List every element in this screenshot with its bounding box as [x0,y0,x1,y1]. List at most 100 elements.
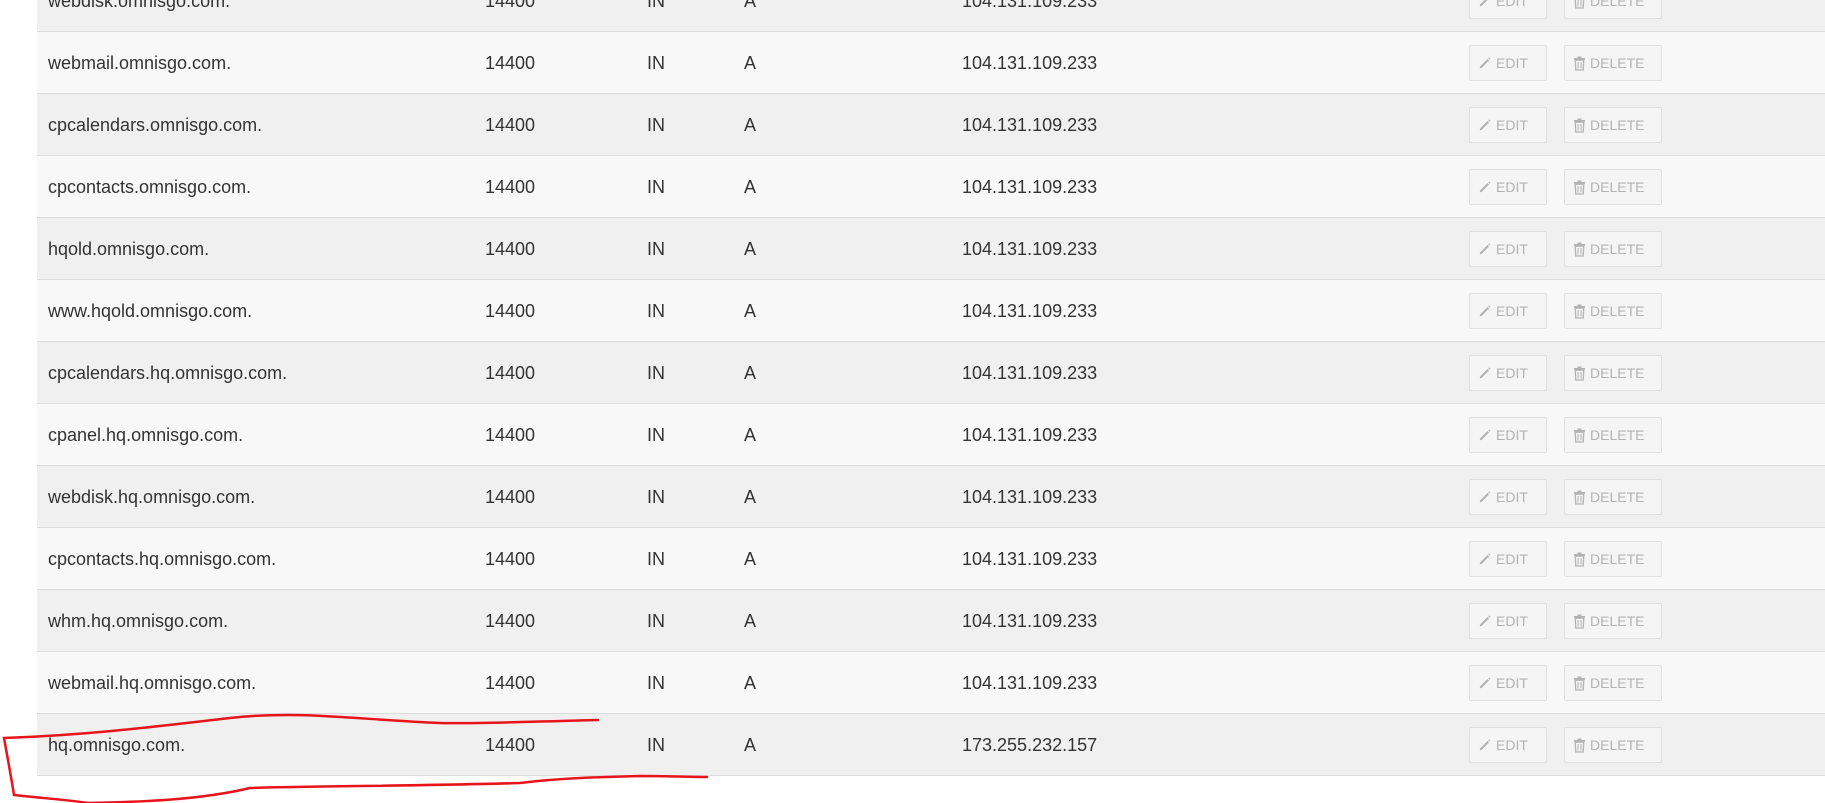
record-class: IN [647,363,665,383]
dns-records-table: webdisk.omnisgo.com. 14400 IN A 104.131.109.… [37,0,1825,776]
record-type: A [744,363,757,383]
table-row: cpcalendars.hq.omnisgo.com. 14400 IN A 104.1… [37,342,1825,404]
edit-button-label: EDIT [1496,427,1528,443]
edit-button-label: EDIT [1496,117,1528,133]
record-class: IN [647,0,665,11]
edit-button[interactable]: EDIT [1469,231,1547,267]
delete-button-label: DELETE [1590,179,1645,195]
record-value: 104.131.109.233 [962,363,1098,383]
trash-icon [1573,738,1586,753]
record-type: A [744,301,757,321]
edit-button-label: EDIT [1496,613,1528,629]
delete-button[interactable]: DELETE [1564,417,1662,453]
table-row: hqold.omnisgo.com. 14400 IN A 104.131.109.23… [37,218,1825,280]
trash-icon [1573,0,1586,9]
record-value: 104.131.109.233 [962,301,1098,321]
edit-button[interactable]: EDIT [1469,541,1547,577]
trash-icon [1573,242,1586,257]
record-type: A [744,115,757,135]
record-class: IN [647,115,665,135]
pencil-icon [1478,428,1492,442]
record-class: IN [647,177,665,197]
delete-button[interactable]: DELETE [1564,293,1662,329]
delete-button[interactable]: DELETE [1564,727,1662,763]
record-type: A [744,487,757,507]
edit-button[interactable]: EDIT [1469,727,1547,763]
record-ttl: 14400 [485,115,536,135]
record-value: 104.131.109.233 [962,115,1098,135]
delete-button[interactable]: DELETE [1564,665,1662,701]
delete-button[interactable]: DELETE [1564,541,1662,577]
delete-button[interactable]: DELETE [1564,355,1662,391]
delete-button[interactable]: DELETE [1564,169,1662,205]
record-ttl: 14400 [485,487,536,507]
record-name: www.hqold.omnisgo.com. [48,301,253,321]
record-type: A [744,425,757,445]
record-type: A [744,549,757,569]
record-ttl: 14400 [485,549,536,569]
record-value: 104.131.109.233 [962,0,1098,11]
delete-button-label: DELETE [1590,737,1645,753]
pencil-icon [1478,304,1492,318]
record-class: IN [647,53,665,73]
delete-button[interactable]: DELETE [1564,479,1662,515]
record-class: IN [647,673,665,693]
record-value: 104.131.109.233 [962,239,1098,259]
table-row: cpcontacts.hq.omnisgo.com. 14400 IN A 104.13… [37,528,1825,590]
delete-button-label: DELETE [1590,427,1645,443]
delete-button-label: DELETE [1590,303,1645,319]
edit-button[interactable]: EDIT [1469,355,1547,391]
table-row: webdisk.omnisgo.com. 14400 IN A 104.131.109.… [37,0,1825,32]
edit-button[interactable]: EDIT [1469,0,1547,19]
record-value: 173.255.232.157 [962,735,1098,755]
delete-button[interactable]: DELETE [1564,231,1662,267]
edit-button[interactable]: EDIT [1469,479,1547,515]
record-name: webmail.hq.omnisgo.com. [48,673,257,693]
table-row: webdisk.hq.omnisgo.com. 14400 IN A 104.131.1… [37,466,1825,528]
record-type: A [744,239,757,259]
edit-button-label: EDIT [1496,303,1528,319]
record-type: A [744,0,757,11]
edit-button-label: EDIT [1496,241,1528,257]
record-ttl: 14400 [485,239,536,259]
edit-button[interactable]: EDIT [1469,169,1547,205]
pencil-icon [1478,614,1492,628]
trash-icon [1573,428,1586,443]
pencil-icon [1478,118,1492,132]
record-type: A [744,53,757,73]
delete-button[interactable]: DELETE [1564,45,1662,81]
record-name: cpanel.hq.omnisgo.com. [48,425,244,445]
table-row: cpcontacts.omnisgo.com. 14400 IN A 104.131.1… [37,156,1825,218]
record-value: 104.131.109.233 [962,53,1098,73]
record-ttl: 14400 [485,425,536,445]
edit-button[interactable]: EDIT [1469,417,1547,453]
edit-button[interactable]: EDIT [1469,107,1547,143]
edit-button[interactable]: EDIT [1469,45,1547,81]
record-name: cpcontacts.omnisgo.com. [48,177,252,197]
pencil-icon [1478,242,1492,256]
trash-icon [1573,56,1586,71]
record-name: hq.omnisgo.com. [48,735,186,755]
record-ttl: 14400 [485,673,536,693]
record-name: webmail.omnisgo.com. [48,53,232,73]
delete-button-label: DELETE [1590,241,1645,257]
delete-button[interactable]: DELETE [1564,107,1662,143]
record-name: webdisk.omnisgo.com. [48,0,231,11]
edit-button-label: EDIT [1496,551,1528,567]
trash-icon [1573,490,1586,505]
record-ttl: 14400 [485,177,536,197]
record-class: IN [647,549,665,569]
pencil-icon [1478,552,1492,566]
record-type: A [744,735,757,755]
delete-button[interactable]: DELETE [1564,603,1662,639]
delete-button-label: DELETE [1590,489,1645,505]
edit-button[interactable]: EDIT [1469,603,1547,639]
table-row: cpanel.hq.omnisgo.com. 14400 IN A 104.131.10… [37,404,1825,466]
trash-icon [1573,552,1586,567]
delete-button[interactable]: DELETE [1564,0,1662,19]
trash-icon [1573,614,1586,629]
edit-button[interactable]: EDIT [1469,665,1547,701]
record-value: 104.131.109.233 [962,549,1098,569]
edit-button[interactable]: EDIT [1469,293,1547,329]
record-name: webdisk.hq.omnisgo.com. [48,487,256,507]
